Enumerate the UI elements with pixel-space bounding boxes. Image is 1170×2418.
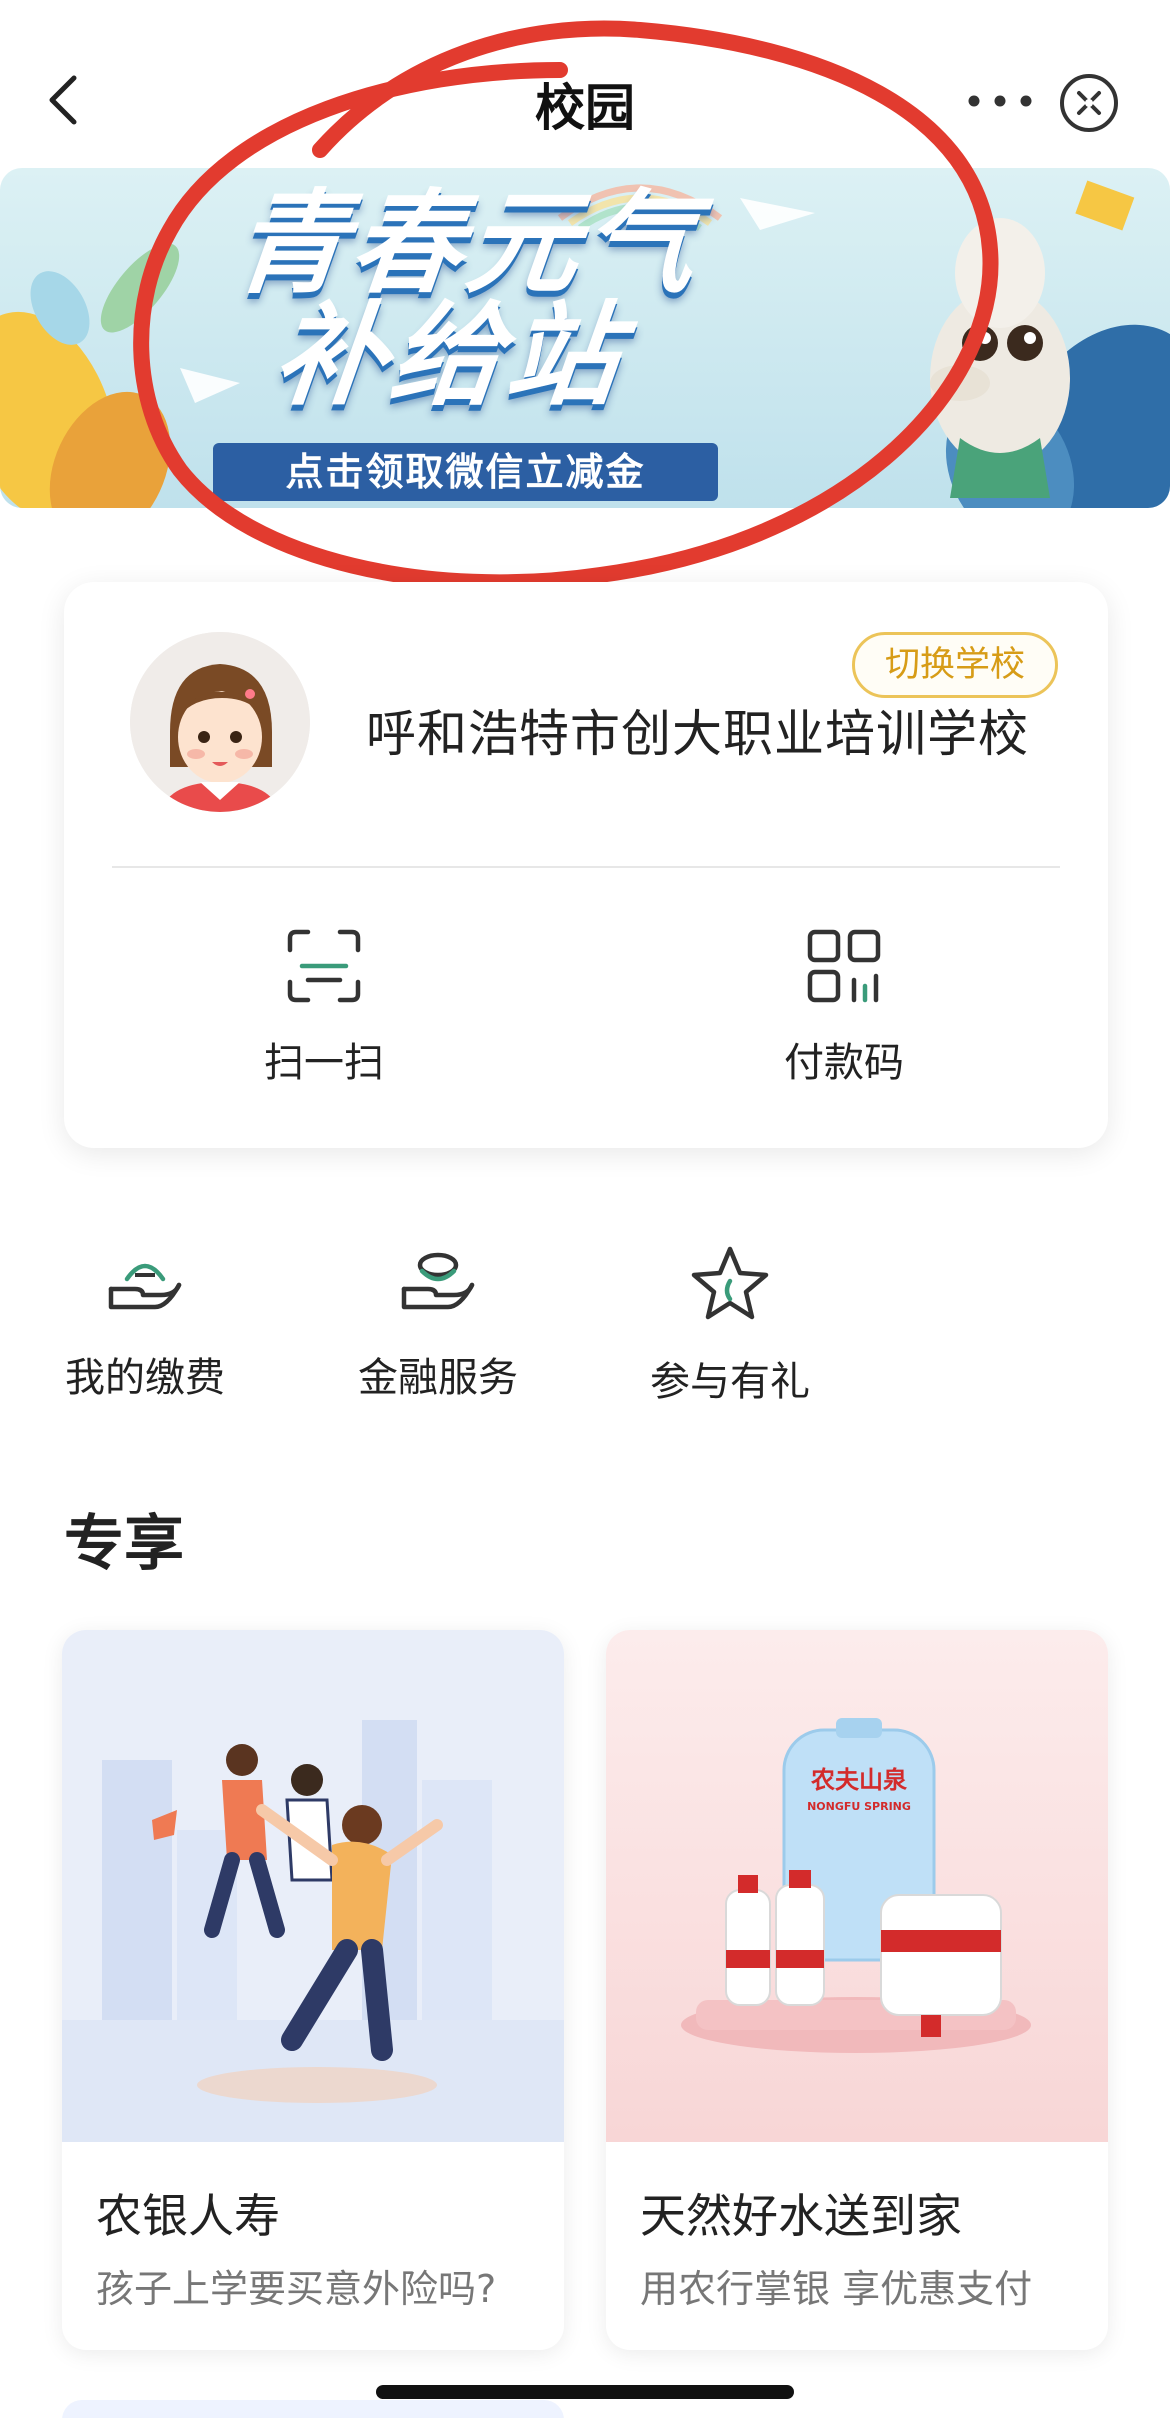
promo-card-insurance[interactable]: 农银人寿 孩子上学要买意外险吗? (62, 1630, 564, 2350)
more-button[interactable] (960, 76, 1040, 126)
divider (112, 866, 1060, 868)
brand-en-text: NONGFU SPRING (807, 1800, 911, 1813)
menu-finance-service[interactable]: 金融服务 (338, 1245, 538, 1415)
promo-banner[interactable]: 青春元气 补给站 点击领取微信立减金 (0, 168, 1170, 508)
top-nav-bar: 校园 (0, 0, 1170, 170)
payment-code-label: 付款码 (784, 1040, 904, 1086)
banner-title-line2: 补给站 (268, 291, 630, 421)
banner-subtitle: 点击领取微信立减金 (213, 443, 718, 501)
promo-card-subtitle: 孩子上学要买意外险吗? (96, 2267, 497, 2311)
school-card: 切换学校 呼和浩特市创大职业培训学校 扫一扫 付款码 (64, 582, 1108, 1148)
promo-card-title: 天然好水送到家 (640, 2189, 962, 2243)
menu-my-payment-label: 我的缴费 (65, 1355, 225, 1401)
section-title-exclusive: 专享 (64, 1509, 184, 1579)
payment-code-icon (807, 929, 881, 1003)
finance-hand-icon (401, 1252, 475, 1310)
scan-button[interactable]: 扫一扫 (194, 928, 454, 1088)
menu-participate-gift[interactable]: 参与有礼 (630, 1245, 830, 1415)
scan-icon (287, 929, 361, 1003)
payment-code-button[interactable]: 付款码 (714, 928, 974, 1088)
menu-finance-service-label: 金融服务 (358, 1355, 518, 1401)
promo-card-title: 农银人寿 (96, 2189, 280, 2243)
banner-title-line1: 青春元气 (228, 179, 706, 309)
students-illustration (62, 1630, 564, 2142)
promo-card-water[interactable]: 农夫山泉 NONGFU SPRING 天然好水送到家 用农行掌银 享优惠支付 (606, 1630, 1108, 2350)
water-bottles-illustration: 农夫山泉 NONGFU SPRING (606, 1630, 1108, 2142)
student-avatar (130, 632, 310, 812)
avatar (130, 632, 310, 812)
home-indicator[interactable] (376, 2385, 794, 2399)
school-name: 呼和浩特市创大职业培训学校 (366, 705, 1029, 763)
close-button[interactable] (1058, 72, 1120, 134)
promo-card-subtitle: 用农行掌银 享优惠支付 (640, 2267, 1033, 2311)
menu-participate-gift-label: 参与有礼 (650, 1359, 810, 1405)
more-dots-icon (968, 95, 1032, 107)
brand-cn-text: 农夫山泉 (810, 1766, 908, 1794)
star-icon (691, 1246, 769, 1320)
close-circle-icon (1060, 74, 1118, 132)
next-promo-card-peek (62, 2400, 564, 2418)
payment-hand-icon (108, 1263, 182, 1310)
switch-school-button[interactable]: 切换学校 (852, 632, 1058, 698)
menu-my-payment[interactable]: 我的缴费 (45, 1245, 245, 1415)
scan-label: 扫一扫 (264, 1040, 384, 1086)
